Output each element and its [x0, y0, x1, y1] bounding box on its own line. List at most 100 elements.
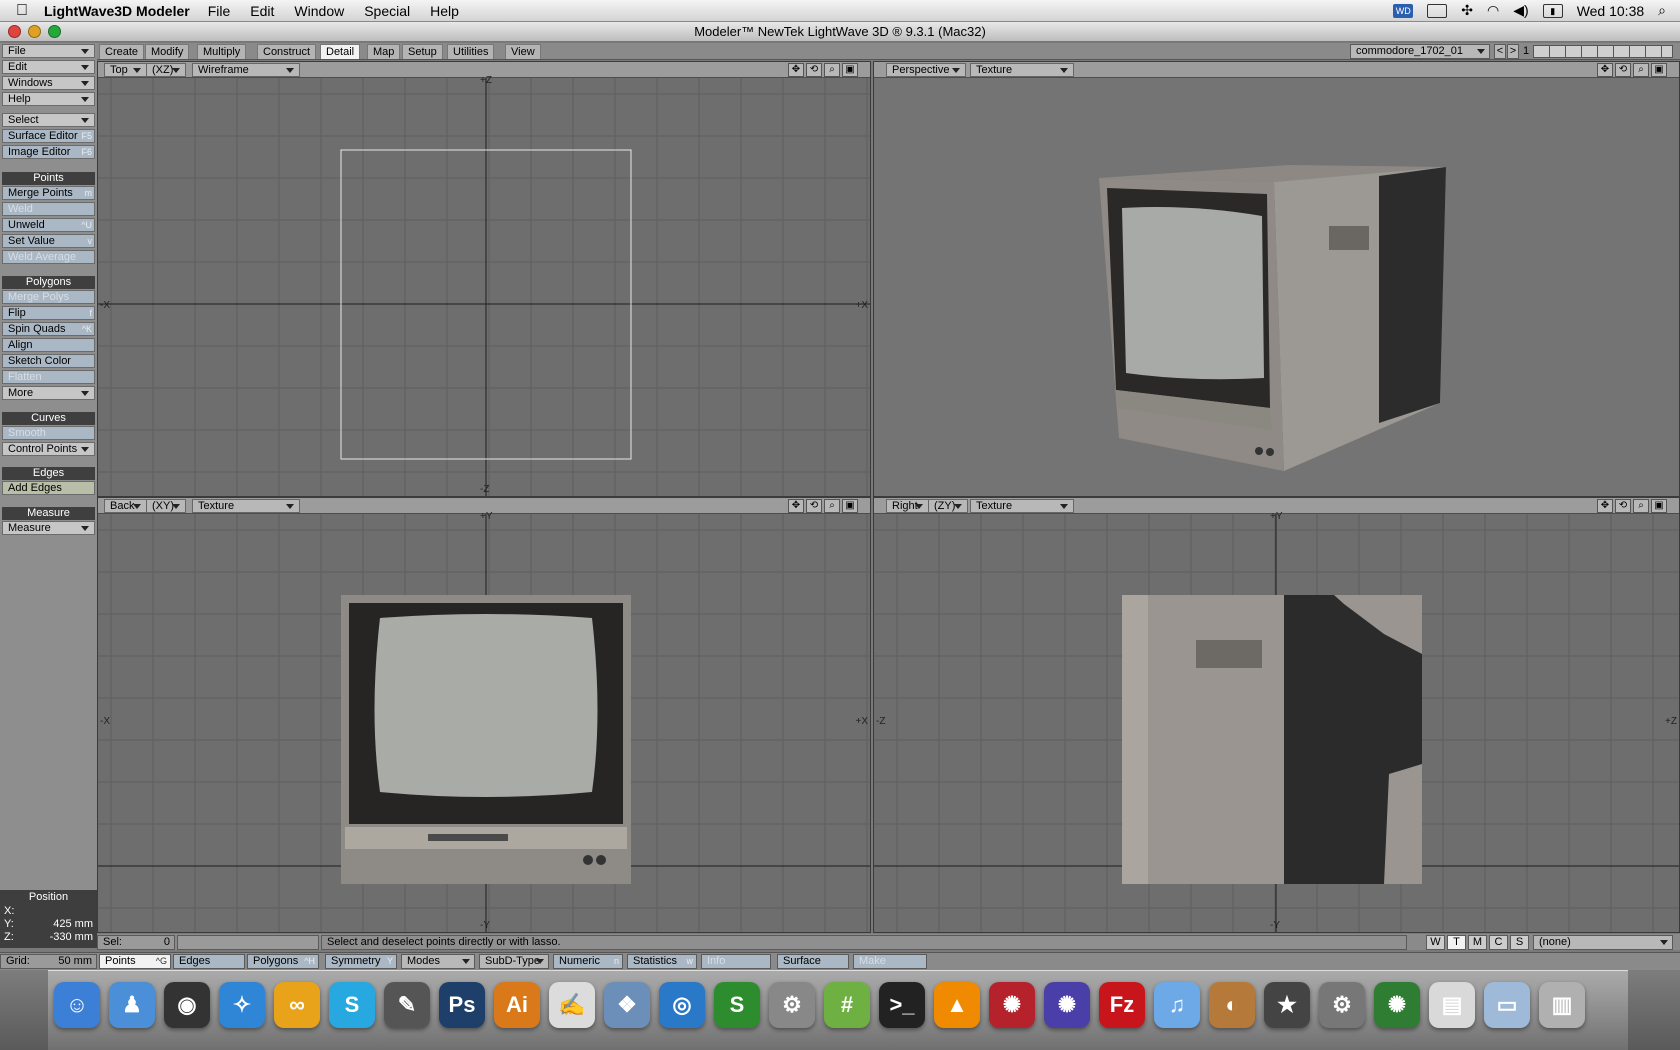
s-app-dock-icon[interactable]: S: [714, 982, 760, 1028]
lightwave-modeler-dock-icon[interactable]: ✺: [1374, 982, 1420, 1028]
make-button[interactable]: Make: [853, 954, 927, 969]
viewport-top-axes[interactable]: (XZ): [146, 63, 186, 77]
safari-dock-icon[interactable]: ✧: [219, 982, 265, 1028]
viewport-back-view[interactable]: Back: [104, 499, 146, 513]
tab-view[interactable]: View: [505, 44, 541, 59]
subd-type-menu[interactable]: SubD-Type: [479, 954, 549, 969]
viewport-perspective[interactable]: Perspective Texture ✥ ⟲ ⌕ ▣: [873, 61, 1680, 497]
wtmcs-w-toggle[interactable]: W: [1426, 935, 1445, 950]
unweld-button[interactable]: Unweld ^U: [2, 218, 95, 232]
blender-dock-icon[interactable]: ◎: [659, 982, 705, 1028]
iphoto-dock-icon[interactable]: ◐: [1209, 982, 1255, 1028]
set-value-button[interactable]: Set Value v: [2, 234, 95, 248]
tab-map[interactable]: Map: [367, 44, 401, 59]
weld-button[interactable]: Weld: [2, 202, 95, 216]
symmetry-button[interactable]: Symmetry Y: [325, 954, 397, 969]
volume-icon[interactable]: ◀): [1513, 2, 1528, 19]
select-menu[interactable]: Select: [2, 113, 95, 127]
wtmcs-s-toggle[interactable]: S: [1510, 935, 1529, 950]
menu-app-name[interactable]: LightWave3D Modeler: [44, 3, 190, 19]
system-preferences-dock-icon[interactable]: ⚙: [1319, 982, 1365, 1028]
rotate-view-icon[interactable]: ⟲: [806, 63, 822, 77]
zoom-view-icon[interactable]: ⌕: [824, 63, 840, 77]
tab-detail[interactable]: Detail: [320, 44, 361, 59]
skype-dock-icon[interactable]: S: [329, 982, 375, 1028]
dashboard-dock-icon[interactable]: ◉: [164, 982, 210, 1028]
apple-icon[interactable]: : [0, 2, 44, 20]
itunes-dock-icon[interactable]: ♫: [1154, 982, 1200, 1028]
modes-menu[interactable]: Modes: [401, 954, 475, 969]
layer-slots[interactable]: [1533, 45, 1673, 58]
move-view-icon[interactable]: ✥: [1597, 63, 1613, 77]
viewport-back-axes[interactable]: (XY): [146, 499, 186, 513]
tab-modify[interactable]: Modify: [145, 44, 190, 59]
surface-filter-select[interactable]: (none): [1533, 935, 1673, 950]
tab-setup[interactable]: Setup: [402, 44, 443, 59]
merge-polys-button[interactable]: Merge Polys: [2, 290, 95, 304]
menu-window[interactable]: Window: [294, 3, 344, 19]
wtmcs-c-toggle[interactable]: C: [1489, 935, 1508, 950]
scanner-dock-icon[interactable]: ⚙: [769, 982, 815, 1028]
viewport-right[interactable]: Right (ZY) Texture ✥ ⟲ ⌕ ▣ +Y -Y -Z +Z: [873, 497, 1680, 933]
textedit-dock-icon[interactable]: ✍: [549, 982, 595, 1028]
clock[interactable]: Wed 10:38: [1577, 3, 1644, 19]
photoshop-dock-icon[interactable]: Ps: [439, 982, 485, 1028]
rotate-view-icon[interactable]: ⟲: [1615, 63, 1631, 77]
layer-next-button[interactable]: >: [1507, 44, 1519, 59]
zoom-view-icon[interactable]: ⌕: [1633, 499, 1649, 513]
zoom-view-icon[interactable]: ⌕: [824, 499, 840, 513]
adium-dock-icon[interactable]: ∞: [274, 982, 320, 1028]
spin-quads-button[interactable]: Spin Quads ^K: [2, 322, 95, 336]
merge-points-button[interactable]: Merge Points m: [2, 186, 95, 200]
layer-prev-button[interactable]: <: [1494, 44, 1506, 59]
add-edges-button[interactable]: Add Edges: [2, 481, 95, 495]
viewport-top-mode[interactable]: Wireframe: [192, 63, 300, 77]
surface-editor-button[interactable]: Surface Editor F5: [2, 129, 95, 143]
messages-dock-icon[interactable]: #: [824, 982, 870, 1028]
surface-button[interactable]: Surface: [777, 954, 849, 969]
sidebar-help-menu[interactable]: Help: [2, 92, 95, 106]
minimize-window-button[interactable]: [28, 25, 41, 38]
maximize-view-icon[interactable]: ▣: [842, 63, 858, 77]
finder-dock-icon[interactable]: ☺: [54, 982, 100, 1028]
imovie-dock-icon[interactable]: ★: [1264, 982, 1310, 1028]
flatten-button[interactable]: Flatten: [2, 370, 95, 384]
wtmcs-t-toggle[interactable]: T: [1447, 935, 1466, 950]
viewport-right-view[interactable]: Right: [886, 499, 928, 513]
viewport-perspective-view[interactable]: Perspective: [886, 63, 966, 77]
viewport-right-mode[interactable]: Texture: [970, 499, 1074, 513]
viewport-top[interactable]: Top (XZ) Wireframe ✥ ⟲ ⌕ ▣ +Z -Z -X +X: [97, 61, 871, 497]
preview-dock-icon[interactable]: ❖: [604, 982, 650, 1028]
wtmcs-m-toggle[interactable]: M: [1468, 935, 1487, 950]
image-editor-button[interactable]: Image Editor F6: [2, 145, 95, 159]
maximize-view-icon[interactable]: ▣: [842, 499, 858, 513]
documents-dock-icon[interactable]: ▤: [1429, 982, 1475, 1028]
bluetooth-icon[interactable]: ✣: [1461, 2, 1473, 19]
align-button[interactable]: Align: [2, 338, 95, 352]
tab-multiply[interactable]: Multiply: [197, 44, 247, 59]
menu-file[interactable]: File: [208, 3, 231, 19]
ichat-dock-icon[interactable]: ♟: [109, 982, 155, 1028]
menu-special[interactable]: Special: [364, 3, 410, 19]
zoom-view-icon[interactable]: ⌕: [1633, 63, 1649, 77]
terminal-dock-icon[interactable]: >_: [879, 982, 925, 1028]
sidebar-edit-menu[interactable]: Edit: [2, 60, 95, 74]
points-mode-button[interactable]: Points ^G: [99, 954, 171, 969]
battery-icon[interactable]: ▮: [1542, 3, 1563, 18]
control-points-menu[interactable]: Control Points: [2, 442, 95, 456]
sketch-color-button[interactable]: Sketch Color: [2, 354, 95, 368]
wifi-icon[interactable]: ◠: [1487, 2, 1499, 19]
rotate-view-icon[interactable]: ⟲: [806, 499, 822, 513]
stuffit-dock-icon[interactable]: ✎: [384, 982, 430, 1028]
viewport-back[interactable]: Back (XY) Texture ✥ ⟲ ⌕ ▣ +Y -Y -X +X: [97, 497, 871, 933]
weld-average-button[interactable]: Weld Average: [2, 250, 95, 264]
move-view-icon[interactable]: ✥: [788, 499, 804, 513]
edges-mode-button[interactable]: Edges: [173, 954, 245, 969]
move-view-icon[interactable]: ✥: [1597, 499, 1613, 513]
layer-select[interactable]: commodore_1702_01: [1350, 44, 1490, 59]
lightwave-layout-dock-icon[interactable]: ✺: [989, 982, 1035, 1028]
viewport-right-axes[interactable]: (ZY): [928, 499, 968, 513]
tab-construct[interactable]: Construct: [257, 44, 317, 59]
downloads-dock-icon[interactable]: ▭: [1484, 982, 1530, 1028]
illustrator-dock-icon[interactable]: Ai: [494, 982, 540, 1028]
